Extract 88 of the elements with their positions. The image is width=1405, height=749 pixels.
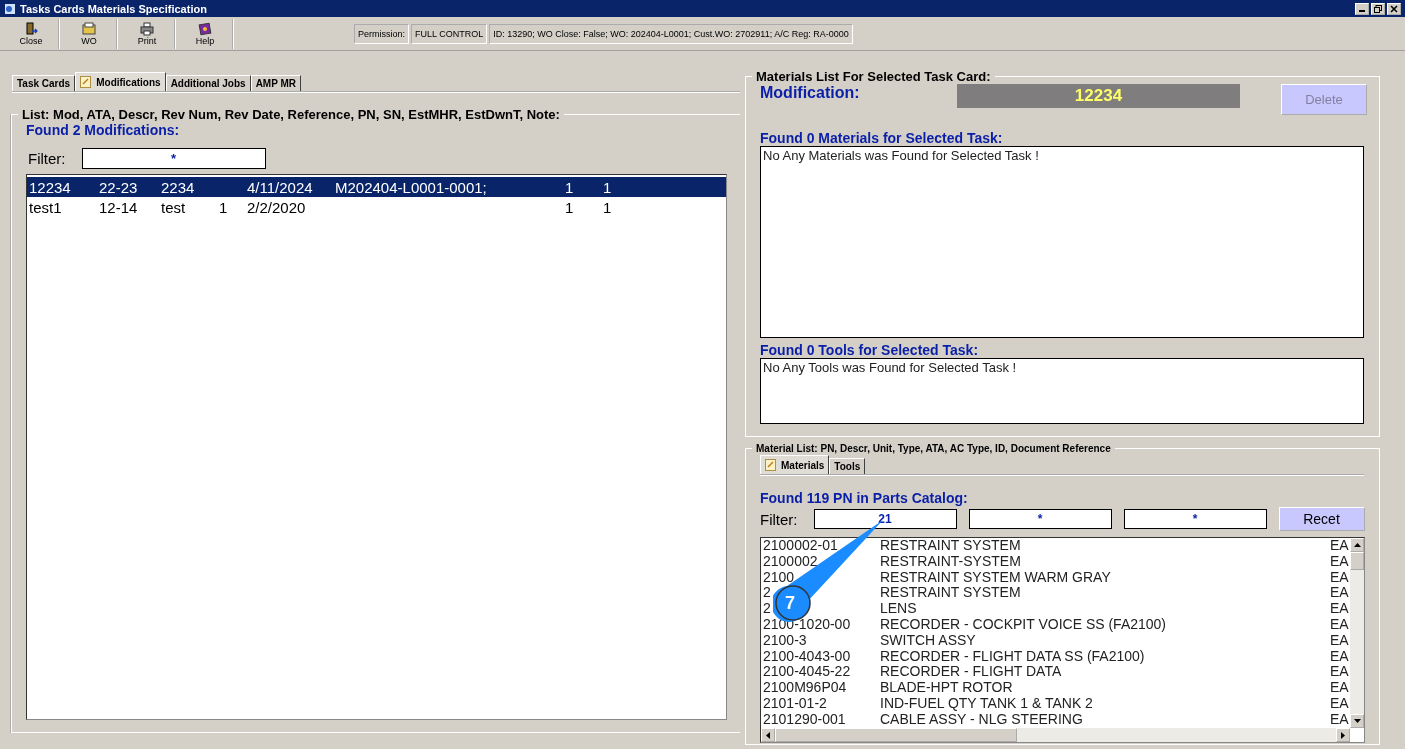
part-description: RESTRAINT SYSTEM WARM GRAY xyxy=(880,569,1112,586)
callout-number: 7 xyxy=(785,593,795,614)
list-row[interactable]: 12234 22-23 2234 4/11/2024 M202404-L0001-0001; 1 1 xyxy=(27,177,726,197)
part-unit: EA xyxy=(1330,569,1350,586)
part-unit: EA xyxy=(1330,648,1350,665)
minimize-button[interactable] xyxy=(1355,2,1369,15)
catalog-count: Found 119 PN in Parts Catalog: xyxy=(760,490,969,506)
found-count: Found 2 Modifications: xyxy=(26,122,181,138)
printer-icon xyxy=(140,21,154,36)
part-number: 2100 xyxy=(763,568,795,585)
filter-field[interactable]: 21 xyxy=(813,509,957,529)
list-row[interactable]: test1 12-14 test 1 2/2/2020 1 1 xyxy=(27,197,726,217)
part-number: 2100-4045-22 xyxy=(763,663,851,680)
work-order-details: ID: 13290; WO Close: False; WO: 202404-L0001; Cust.WO: 2702911; A/C Reg: RA-0000 xyxy=(489,23,853,44)
part-description: IND-FUEL QTY TANK 1 & TANK 2 xyxy=(880,695,1094,712)
left-arrow-icon[interactable] xyxy=(766,731,770,739)
part-unit: EA xyxy=(1330,538,1350,554)
empty-message: No Any Tools was Found for Selected Task ! xyxy=(763,360,1017,375)
down-arrow-icon[interactable] xyxy=(1353,719,1361,723)
part-unit: EA xyxy=(1330,553,1350,570)
group-legend: List: Mod, ATA, Descr, Rev Num, Rev Date, Reference, PN, SN, EstMHR, EstDwnT, Note: xyxy=(18,107,564,122)
restore-icon xyxy=(1374,4,1382,13)
folder-icon xyxy=(82,21,96,36)
reset-button[interactable]: Recet xyxy=(1278,507,1365,531)
close-button[interactable] xyxy=(1387,2,1401,15)
horizontal-scrollbar[interactable] xyxy=(761,728,1350,742)
book-icon xyxy=(198,21,212,36)
close-icon xyxy=(1390,4,1398,13)
modification-value: 12234 xyxy=(957,84,1240,108)
part-description: RECORDER - COCKPIT VOICE SS (FA2100) xyxy=(880,617,1168,633)
group-legend: Materials List For Selected Task Card: xyxy=(752,69,995,84)
group-legend: Material List: PN, Descr, Unit, Type, ATA, AC Type, ID, Document Reference xyxy=(752,443,1115,454)
app-icon xyxy=(4,2,16,15)
part-unit: EA xyxy=(1330,711,1350,728)
tab[interactable]: Modifications xyxy=(75,72,166,91)
part-description: RESTRAINT SYSTEM xyxy=(880,585,1022,602)
filter-field[interactable]: * xyxy=(968,509,1112,529)
window-title: Tasks Cards Materials Specification xyxy=(20,2,208,15)
part-description: RESTRAINT-SYSTEM xyxy=(880,553,1022,570)
part-number: 2100002-01 xyxy=(763,538,838,553)
part-description: LENS xyxy=(880,601,918,617)
tab[interactable]: Tools xyxy=(829,458,866,474)
part-number: 2100002 xyxy=(763,552,818,569)
tools-count: Found 0 Tools for Selected Task: xyxy=(760,342,980,358)
part-unit: EA xyxy=(1330,632,1350,649)
materials-count: Found 0 Materials for Selected Task: xyxy=(760,130,1004,146)
part-number: 2 xyxy=(763,584,771,601)
scroll-thumb[interactable] xyxy=(1350,552,1364,570)
tab[interactable]: Materials xyxy=(760,455,830,474)
part-unit: EA xyxy=(1330,680,1350,696)
part-description: RECORDER - FLIGHT DATA SS (FA2100) xyxy=(880,648,1146,665)
vertical-scrollbar[interactable] xyxy=(1350,538,1364,728)
tab[interactable]: Task Cards xyxy=(12,75,76,91)
part-unit: EA xyxy=(1330,601,1350,617)
minimize-icon xyxy=(1359,10,1365,12)
exit-door-icon xyxy=(24,21,38,36)
permission-value: FULL CONTROL xyxy=(411,23,488,44)
permission-label: Permission: xyxy=(354,23,409,44)
filter-field[interactable]: * xyxy=(81,148,266,169)
scroll-thumb[interactable] xyxy=(775,728,1017,742)
part-description: SWITCH ASSY xyxy=(880,632,977,649)
filter-field[interactable]: * xyxy=(1123,509,1267,529)
note-icon xyxy=(80,76,92,88)
part-number: 2101-01-2 xyxy=(763,694,827,711)
part-unit: EA xyxy=(1330,695,1350,712)
modification-label: Modification: xyxy=(760,84,861,102)
part-description: CABLE ASSY - NLG STEERING xyxy=(880,711,1084,728)
filter-label: Filter: xyxy=(760,510,798,528)
part-number: 2100-1020-00 xyxy=(763,616,851,632)
part-description: RECORDER - FLIGHT DATA xyxy=(880,664,1063,681)
part-description: BLADE-HPT ROTOR xyxy=(880,680,1014,696)
part-unit: EA xyxy=(1330,585,1350,602)
restore-button[interactable] xyxy=(1371,2,1385,15)
filter-label: Filter: xyxy=(28,150,66,167)
part-number: 2100-3 xyxy=(763,631,807,648)
up-arrow-icon[interactable] xyxy=(1353,543,1361,547)
part-number: 2100M96P04 xyxy=(763,679,847,696)
part-description: RESTRAINT SYSTEM xyxy=(880,538,1022,554)
part-number: 2 xyxy=(763,600,771,617)
part-number: 2100-4043-00 xyxy=(763,647,851,664)
tab[interactable]: AMP MR xyxy=(250,75,301,91)
empty-message: No Any Materials was Found for Selected Task ! xyxy=(763,148,1039,163)
part-unit: EA xyxy=(1330,664,1350,681)
part-number: 2101290-001 xyxy=(763,710,846,727)
tab[interactable]: Additional Jobs xyxy=(165,75,251,91)
part-unit: EA xyxy=(1330,617,1350,633)
note-icon xyxy=(765,459,776,471)
right-arrow-icon[interactable] xyxy=(1341,731,1345,739)
